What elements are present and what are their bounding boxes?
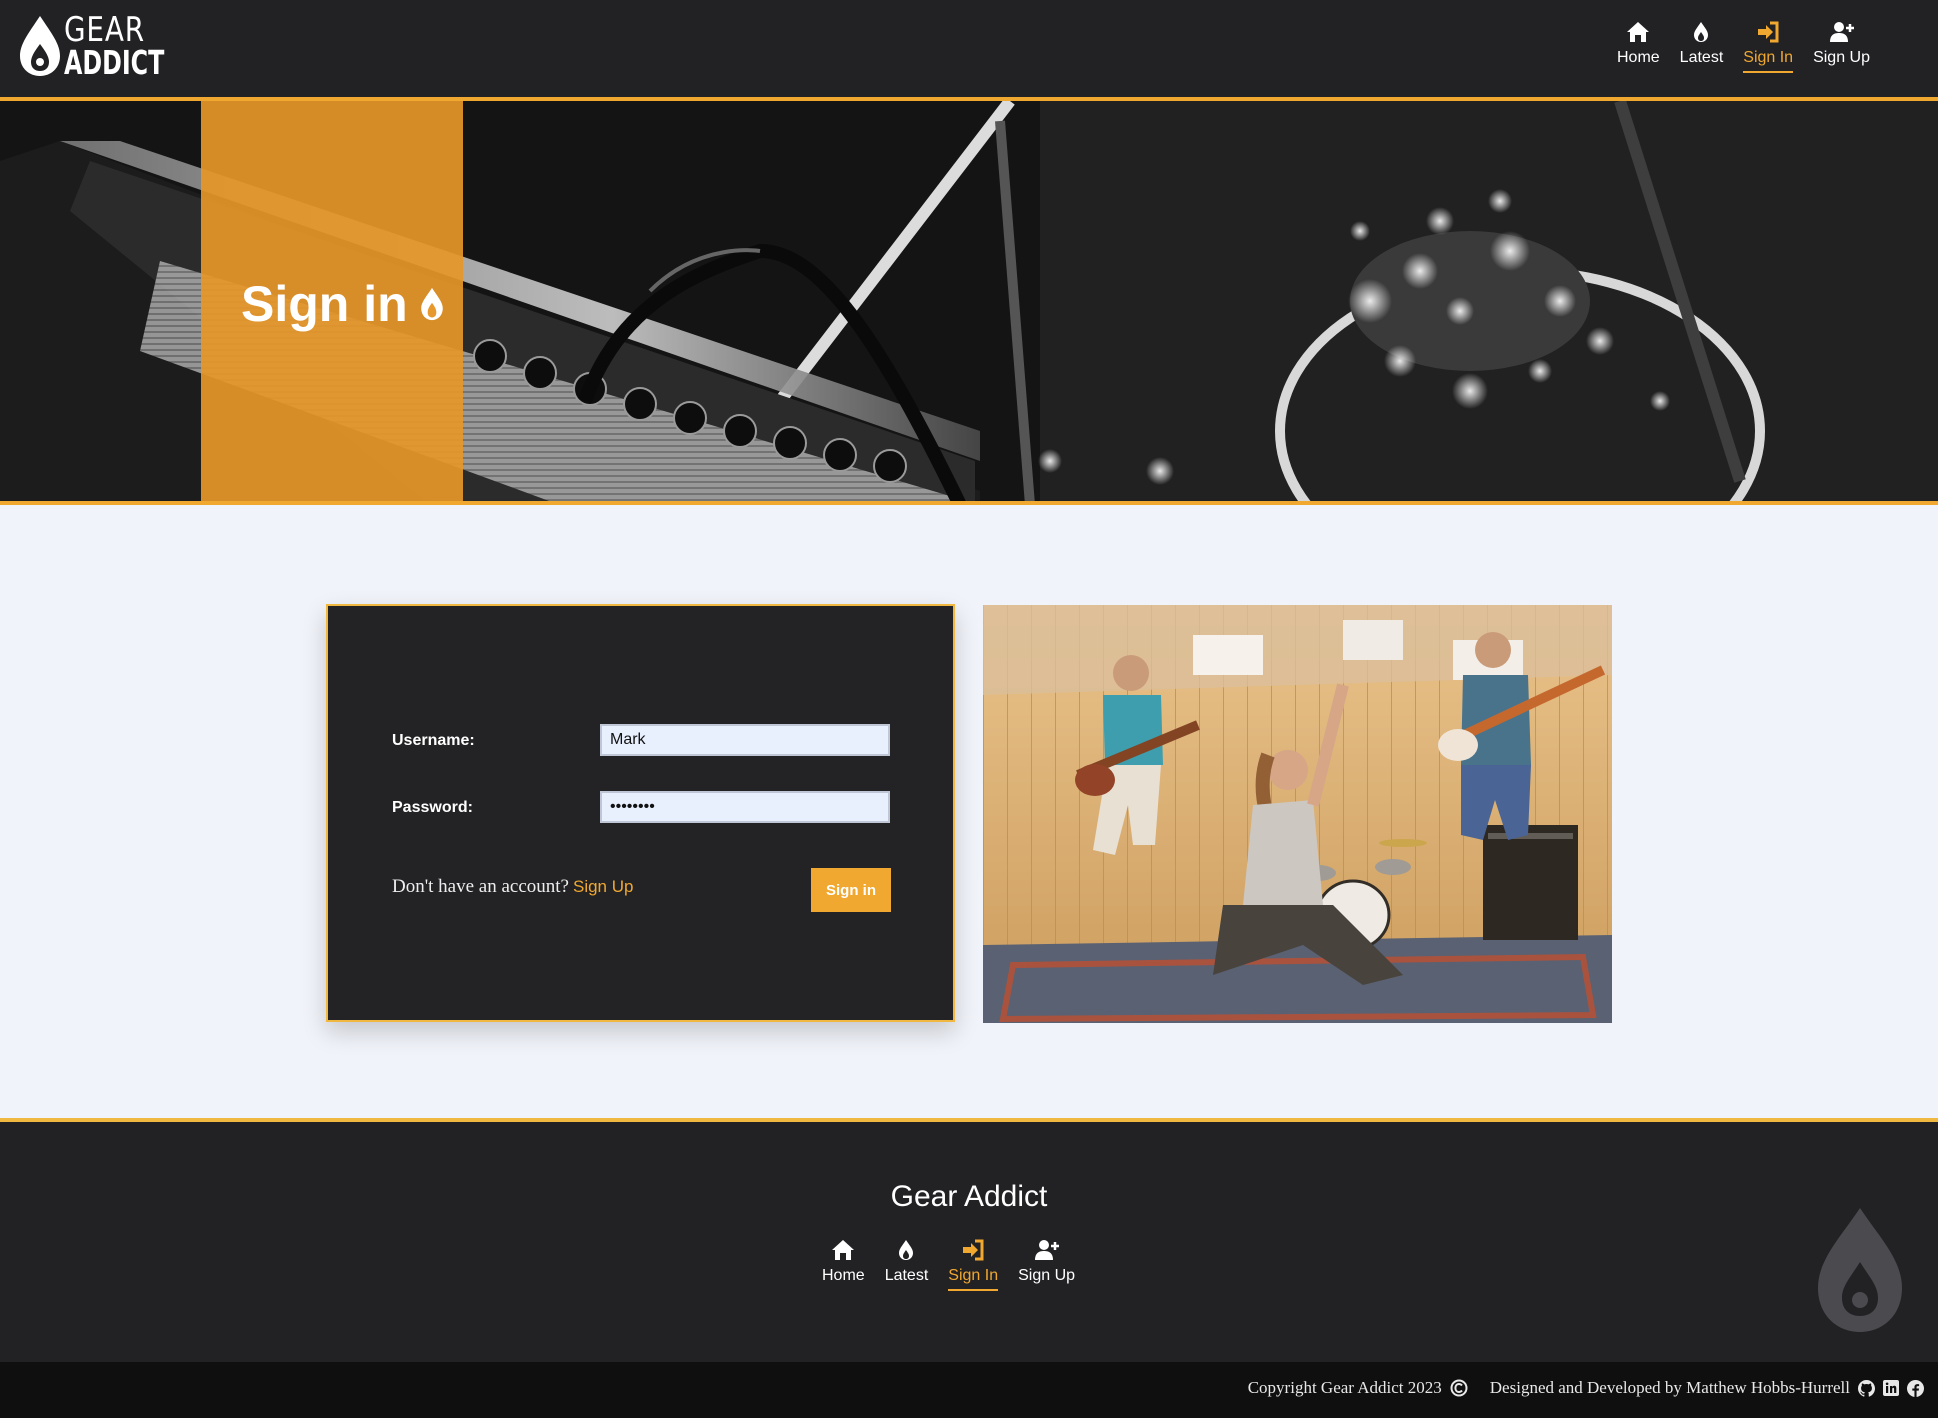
sign-in-form: Username: Password: Don't have an accoun… (326, 604, 955, 1022)
logo-word-addict: ADDICT (64, 43, 165, 82)
footer-nav-home-label: Home (822, 1267, 865, 1284)
username-input[interactable] (600, 724, 890, 756)
copyright-row: Copyright Gear Addict 2023 Designed and … (1248, 1378, 1924, 1398)
footer-nav: Home Latest Sign In Sign Up (822, 1238, 1075, 1291)
home-icon (832, 1240, 855, 1260)
footer-title: Gear Addict (890, 1180, 1048, 1213)
nav-sign-up-label: Sign Up (1813, 49, 1870, 66)
copyright-icon (1450, 1379, 1468, 1397)
flame-watermark-icon (1818, 1208, 1902, 1332)
main-nav: Home Latest Sign In Sign Up (1617, 20, 1870, 73)
facebook-icon[interactable] (1907, 1379, 1924, 1397)
home-icon (1627, 22, 1650, 42)
github-icon[interactable] (1858, 1379, 1875, 1397)
site-logo[interactable]: GEAR ADDICT (18, 12, 168, 82)
footer-nav-home[interactable]: Home (822, 1238, 865, 1291)
page-title: Sign in (241, 275, 446, 333)
site-footer: Gear Addict Home Latest Sign In Sign Up (0, 1118, 1938, 1362)
footer-nav-latest-label: Latest (884, 1267, 929, 1284)
nav-home-label: Home (1616, 49, 1660, 66)
footer-nav-sign-in-label: Sign In (948, 1266, 999, 1291)
flame-logo-icon (20, 16, 60, 76)
copyright-text: Copyright Gear Addict 2023 (1247, 1378, 1442, 1397)
credit-text: Designed and Developed by Matthew Hobbs-… (1489, 1378, 1850, 1397)
sign-in-icon (1758, 21, 1779, 43)
nav-sign-in-label: Sign In (1743, 48, 1794, 73)
user-plus-icon (1034, 1240, 1059, 1260)
footer-nav-sign-in[interactable]: Sign In (948, 1238, 999, 1291)
sign-in-button[interactable]: Sign in (811, 868, 891, 912)
page-title-text: Sign in (241, 276, 408, 332)
no-account-text: Don't have an account? (392, 876, 569, 897)
nav-sign-in[interactable]: Sign In (1743, 20, 1794, 73)
signup-link[interactable]: Sign Up (573, 877, 633, 896)
flame-icon (1694, 22, 1709, 42)
flame-icon (420, 287, 443, 321)
user-plus-icon (1829, 22, 1854, 42)
nav-latest[interactable]: Latest (1679, 20, 1724, 73)
flame-icon (899, 1240, 914, 1260)
username-label: Username: (392, 732, 475, 749)
sign-in-icon (963, 1239, 984, 1261)
password-label: Password: (392, 799, 473, 816)
band-photo (983, 605, 1612, 1023)
linkedin-icon[interactable] (1883, 1380, 1899, 1396)
footer-nav-latest[interactable]: Latest (884, 1238, 929, 1291)
hero-banner: Sign in (0, 101, 1938, 505)
footer-nav-sign-up[interactable]: Sign Up (1018, 1238, 1075, 1291)
copyright-bar: Copyright Gear Addict 2023 Designed and … (0, 1362, 1938, 1418)
site-header: GEAR ADDICT Home Latest Sign In Sign Up (0, 0, 1938, 101)
nav-home[interactable]: Home (1617, 20, 1660, 73)
nav-latest-label: Latest (1679, 49, 1724, 66)
nav-sign-up[interactable]: Sign Up (1813, 20, 1870, 73)
signup-prompt: Don't have an account? Sign Up (392, 876, 633, 898)
password-input[interactable] (600, 791, 890, 823)
footer-nav-sign-up-label: Sign Up (1018, 1267, 1076, 1284)
